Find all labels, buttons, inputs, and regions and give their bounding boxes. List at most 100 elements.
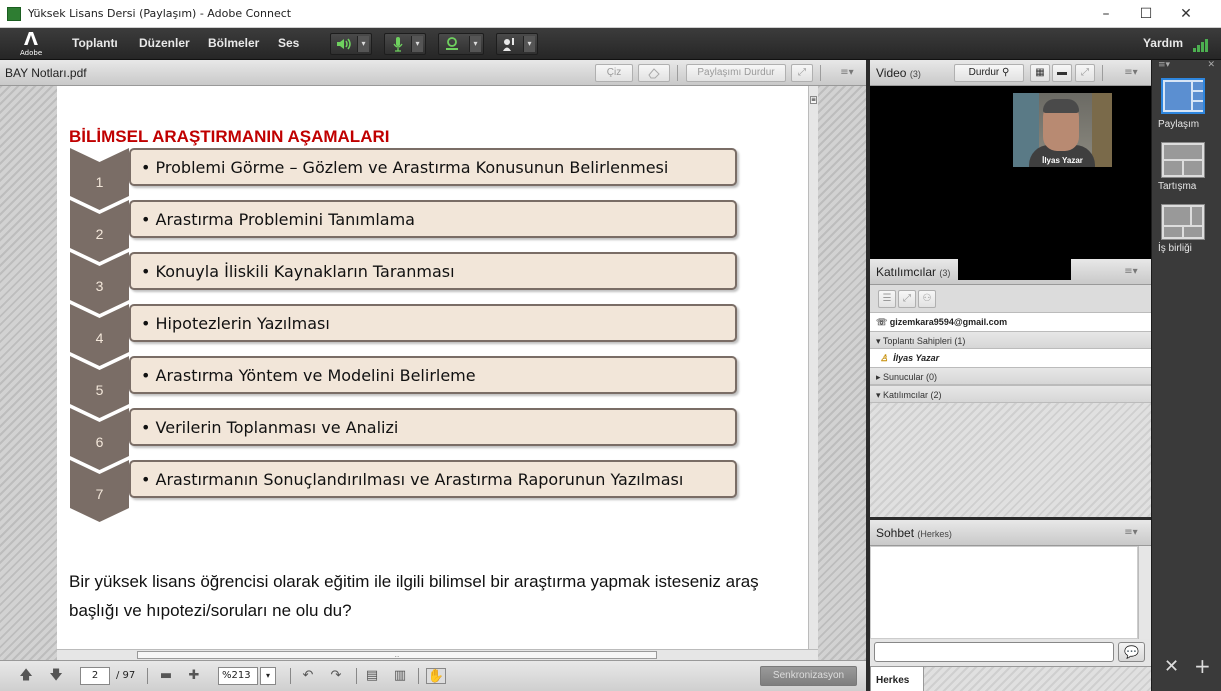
fit-page-icon[interactable]: ▥ — [392, 668, 408, 684]
pod-options-menu-icon[interactable]: ≡▾ — [838, 65, 856, 81]
step-box: • Arastırma Problemini Tanımlama — [129, 200, 737, 238]
webcam-icon: ⚲ — [1002, 67, 1010, 78]
chat-pod-title: Sohbet (Herkes) — [876, 526, 952, 540]
role-view-icon[interactable]: ⚇ — [918, 290, 936, 308]
filmstrip-view-button[interactable]: ▬ — [1052, 64, 1072, 82]
attendees-empty-area — [870, 403, 1151, 517]
chevron-down-icon: ▾ — [357, 36, 369, 52]
layout-discussion-thumbnail[interactable] — [1161, 142, 1205, 178]
fullscreen-button[interactable]: ⤢ — [791, 64, 813, 82]
attendees-pod-header: Katılımcılar (3) ≡▾ — [870, 254, 1151, 285]
share-pod-header: BAY Notları.pdf Çiz Paylaşımı Durdur ⤢ ≡… — [0, 60, 866, 86]
zoom-dropdown-chevron-icon[interactable]: ▾ — [260, 667, 276, 685]
layout-sharing-thumbnail[interactable] — [1161, 78, 1205, 114]
fit-width-icon[interactable]: ▤ — [364, 668, 380, 684]
list-view-icon[interactable]: ☰ — [878, 290, 896, 308]
document-navigation-bar: 🡅 🡇 2 / 97 ▬ ✚ %213 ▾ ↶ ↷ ▤ ▥ ✋ Senkroni… — [0, 660, 866, 691]
window-titlebar: Yüksek Lisans Dersi (Paylaşım) - Adobe C… — [0, 0, 1221, 28]
layouts-bar-menu-icon[interactable]: ≡▾ — [1158, 60, 1170, 70]
layout-collaboration-thumbnail[interactable] — [1161, 204, 1205, 240]
layout-sharing-label[interactable]: Paylaşım — [1158, 119, 1199, 130]
page-number-input[interactable]: 2 — [80, 667, 110, 685]
phone-attendee-row[interactable]: ☏ gizemkara9594@gmail.com — [870, 313, 1151, 331]
pod-options-menu-icon[interactable]: ≡▾ — [1122, 525, 1140, 541]
share-background — [818, 86, 866, 671]
fullscreen-button[interactable]: ⤢ — [1075, 64, 1095, 82]
close-button[interactable]: ✕ — [1167, 0, 1205, 28]
maximize-button[interactable]: ☐ — [1127, 0, 1165, 28]
webcam-icon — [446, 37, 458, 50]
attendees-pod-title: Katılımcılar (3) — [876, 265, 951, 279]
stop-video-button[interactable]: Durdur ⚲ — [954, 64, 1024, 82]
microphone-button[interactable]: ▾ — [384, 33, 426, 55]
document-horizontal-scrollbar[interactable]: ‥ — [57, 649, 818, 660]
rotate-left-icon[interactable]: ↶ — [300, 668, 316, 684]
chat-messages-area — [870, 546, 1138, 639]
microphone-icon — [393, 37, 403, 52]
layouts-settings-icon[interactable]: ✕ — [1164, 656, 1179, 677]
step-box: • Problemi Görme – Gözlem ve Arastırma K… — [129, 148, 737, 186]
raise-hand-button[interactable]: ▾ — [496, 33, 538, 55]
chat-message-input[interactable] — [874, 642, 1114, 662]
zoom-out-icon[interactable]: ▬ — [158, 668, 174, 684]
previous-page-arrow-icon[interactable]: 🡅 — [18, 668, 34, 684]
adobe-logo: Λ Adobe — [20, 29, 43, 58]
layout-collaboration-label[interactable]: İş birliği — [1158, 243, 1192, 254]
chat-tab-everyone[interactable]: Herkes — [870, 666, 924, 691]
participants-group[interactable]: ▾ Katılımcılar (2) — [870, 385, 1151, 403]
eraser-button[interactable] — [638, 64, 670, 82]
host-row[interactable]: ♙ İlyas Yazar — [870, 349, 1151, 367]
menu-help[interactable]: Yardım — [1143, 36, 1183, 50]
minimize-button[interactable]: – — [1087, 0, 1125, 28]
expand-icon: ⤢ — [798, 67, 806, 78]
zoom-in-icon[interactable]: ✚ — [186, 668, 202, 684]
menu-pods[interactable]: Bölmeler — [208, 36, 259, 50]
chat-pod: 💬 Herkes — [870, 546, 1151, 691]
chat-scrollbar[interactable] — [1138, 546, 1151, 639]
step-box: • Arastırma Yöntem ve Modelini Belirleme — [129, 356, 737, 394]
eraser-icon — [648, 68, 660, 79]
zoom-level-input[interactable]: %213 — [218, 667, 258, 685]
menu-meeting[interactable]: Toplantı — [72, 36, 118, 50]
hand-tool-icon[interactable]: ✋ — [426, 668, 446, 684]
document-vertical-scrollbar[interactable]: ≡ — [808, 86, 818, 649]
layouts-bar-close-icon[interactable]: ✕ — [1207, 60, 1215, 70]
menu-audio[interactable]: Ses — [278, 36, 299, 50]
raise-hand-icon — [503, 38, 514, 51]
step-box: • Verilerin Toplanması ve Analizi — [129, 408, 737, 446]
draw-button[interactable]: Çiz — [595, 64, 633, 82]
menu-layouts[interactable]: Düzenler — [139, 36, 190, 50]
sync-button[interactable]: Senkronizasyon — [760, 666, 857, 686]
grid-view-button[interactable]: ▦ — [1030, 64, 1050, 82]
step-box: • Arastırmanın Sonuçlandırılması ve Aras… — [129, 460, 737, 498]
fullscreen-icon[interactable]: ⤢ — [898, 290, 916, 308]
video-pod-header: Video (3) Durdur ⚲ ▦ ▬ ⤢ ≡▾ — [870, 60, 1151, 86]
stop-sharing-button[interactable]: Paylaşımı Durdur — [686, 64, 786, 82]
host-user-icon: ♙ — [880, 353, 889, 363]
rotate-right-icon[interactable]: ↷ — [328, 668, 344, 684]
page-total: / 97 — [116, 670, 136, 681]
chevron-down-icon: ▾ — [469, 36, 481, 52]
share-background — [0, 86, 57, 671]
chat-tab-bar-background — [924, 666, 1151, 691]
speaker-button[interactable]: ▾ — [330, 33, 372, 55]
chevron-down-icon: ▾ — [523, 36, 535, 52]
toolbar-divider — [820, 65, 821, 81]
layout-discussion-label[interactable]: Tartışma — [1158, 181, 1196, 192]
video-pod: İlyas Yazar — [870, 86, 1151, 259]
send-message-button[interactable]: 💬 — [1118, 642, 1145, 662]
video-participant-name: İlyas Yazar — [1042, 156, 1083, 165]
pod-options-menu-icon[interactable]: ≡▾ — [1122, 65, 1140, 81]
webcam-button[interactable]: ▾ — [438, 33, 484, 55]
hosts-group[interactable]: ▾ Toplantı Sahipleri (1) — [870, 331, 1151, 349]
layouts-bar: ≡▾ ✕ Paylaşım Tartışma İş birliği ✕ + — [1151, 60, 1221, 691]
add-layout-icon[interactable]: + — [1194, 654, 1211, 678]
pod-options-menu-icon[interactable]: ≡▾ — [1122, 264, 1140, 280]
next-page-arrow-icon[interactable]: 🡇 — [48, 668, 64, 684]
speech-bubble-icon: 💬 — [1124, 645, 1139, 659]
step-chevron: 7 — [70, 460, 129, 522]
video-feed-tile[interactable]: İlyas Yazar — [1013, 93, 1112, 167]
adobe-connect-app-icon — [7, 7, 21, 21]
chevron-down-icon: ▾ — [411, 36, 423, 52]
presenters-group[interactable]: ▸ Sunucular (0) — [870, 367, 1151, 385]
